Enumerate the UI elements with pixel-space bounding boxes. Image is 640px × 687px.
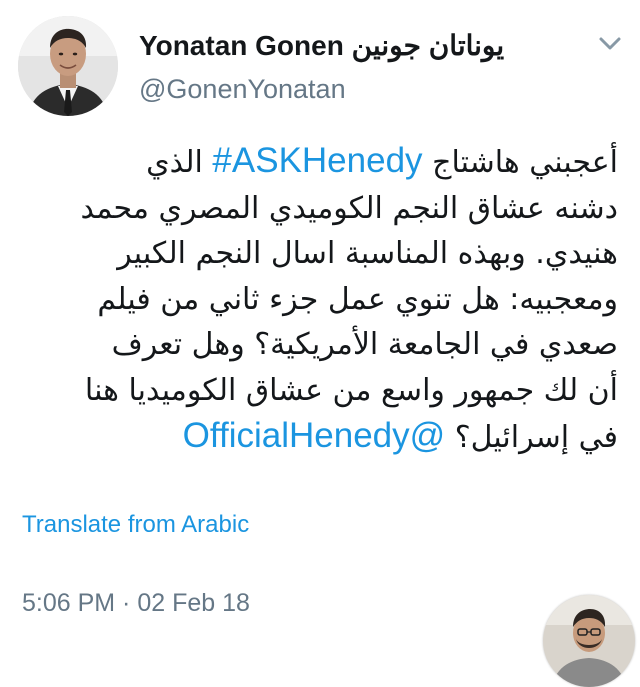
hashtag-link[interactable]: ASKHenedy#: [212, 141, 422, 180]
tweet-text-line: أعجبني هاشتاج ASKHenedy# الذي: [20, 138, 618, 186]
avatar[interactable]: [18, 16, 118, 116]
floating-avatar[interactable]: [543, 595, 635, 687]
tweet-text-segment: الذي: [146, 145, 213, 180]
author-display-name[interactable]: Yonatan Gonen يوناتان جونين: [139, 26, 504, 66]
tweet-text-segment: أعجبني هاشتاج: [422, 145, 618, 180]
tweet-text-line: ومعجبيه: هل تنوي عمل جزء ثاني من فيلم: [97, 281, 618, 317]
avatar-photo: [18, 16, 118, 116]
author-handle[interactable]: @GonenYonatan: [139, 70, 346, 108]
tweet-text-segment: في إسرائيل؟: [445, 420, 618, 455]
tweet-text-line: صعدي في الجامعة الأمريكية؟ وهل تعرف: [111, 327, 618, 362]
tweet-text-line: في إسرائيل؟ @OfficialHenedy: [20, 413, 618, 461]
tweet-text-line: أن لك جمهور واسع من عشاق الكوميديا هنا: [84, 372, 618, 408]
tweet-header: Yonatan Gonen يوناتان جونين @GonenYonata…: [0, 0, 640, 120]
floating-avatar-photo: [543, 595, 635, 687]
tweet-text-line: دشنه عشاق النجم الكوميدي المصري محمد: [80, 190, 618, 226]
tweet-text-line: هنيدي. وبهذه المناسبة اسال النجم الكبير: [117, 236, 618, 271]
mention-link[interactable]: @OfficialHenedy: [183, 416, 446, 455]
tweet-timestamp[interactable]: 5:06 PM · 02 Feb 18: [22, 585, 250, 621]
translate-link[interactable]: Translate from Arabic: [22, 508, 249, 542]
chevron-down-icon[interactable]: [596, 34, 624, 54]
tweet-text: أعجبني هاشتاج ASKHenedy# الذي دشنه عشاق …: [20, 138, 618, 461]
